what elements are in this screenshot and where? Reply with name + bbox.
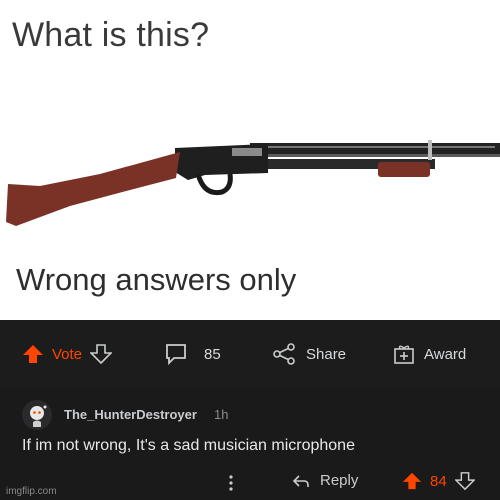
- share-label: Share: [306, 345, 347, 363]
- meme-subtitle: Wrong answers only: [16, 262, 297, 297]
- comment-score: 84: [430, 472, 447, 490]
- pump-forend: [378, 162, 430, 177]
- comment-icon: [166, 344, 186, 365]
- comments-count: 85: [204, 345, 221, 363]
- reply-label: Reply: [320, 472, 359, 489]
- comment-vote: 84: [402, 471, 475, 491]
- share-icon: [273, 343, 295, 365]
- post-action-bar: Vote 85 Share Award: [0, 320, 500, 388]
- reply-button[interactable]: Reply: [292, 472, 358, 489]
- shotgun-image: [6, 140, 500, 226]
- award-icon: [394, 345, 414, 364]
- watermark: imgflip.com: [6, 486, 57, 497]
- comment-actions: Reply 84: [0, 468, 500, 500]
- vote-control: Vote: [22, 320, 113, 388]
- avatar[interactable]: [22, 400, 52, 430]
- meme-image: What is this? Wrong answers only: [0, 0, 500, 320]
- stock: [6, 152, 180, 226]
- downvote-icon[interactable]: [454, 471, 475, 491]
- barrel: [250, 143, 500, 154]
- comment-text: If im not wrong, It's a sad musician mic…: [22, 437, 355, 454]
- reply-icon: [292, 474, 309, 487]
- downvote-icon[interactable]: [90, 343, 113, 365]
- meme-title: What is this?: [12, 16, 210, 54]
- comment-time: 1h: [214, 407, 229, 422]
- upvote-icon[interactable]: [22, 343, 44, 365]
- upvote-icon[interactable]: [402, 471, 422, 491]
- comment: The_HunterDestroyer 1h If im not wrong, …: [0, 388, 500, 500]
- comment-username[interactable]: The_HunterDestroyer: [64, 407, 197, 422]
- share-button[interactable]: Share: [272, 320, 346, 388]
- award-label: Award: [424, 345, 467, 363]
- more-options-icon[interactable]: [228, 474, 234, 492]
- avatar-icon: [22, 400, 52, 430]
- vote-label: Vote: [52, 345, 83, 363]
- comments-button[interactable]: 85: [164, 320, 221, 388]
- award-button[interactable]: Award: [392, 320, 466, 388]
